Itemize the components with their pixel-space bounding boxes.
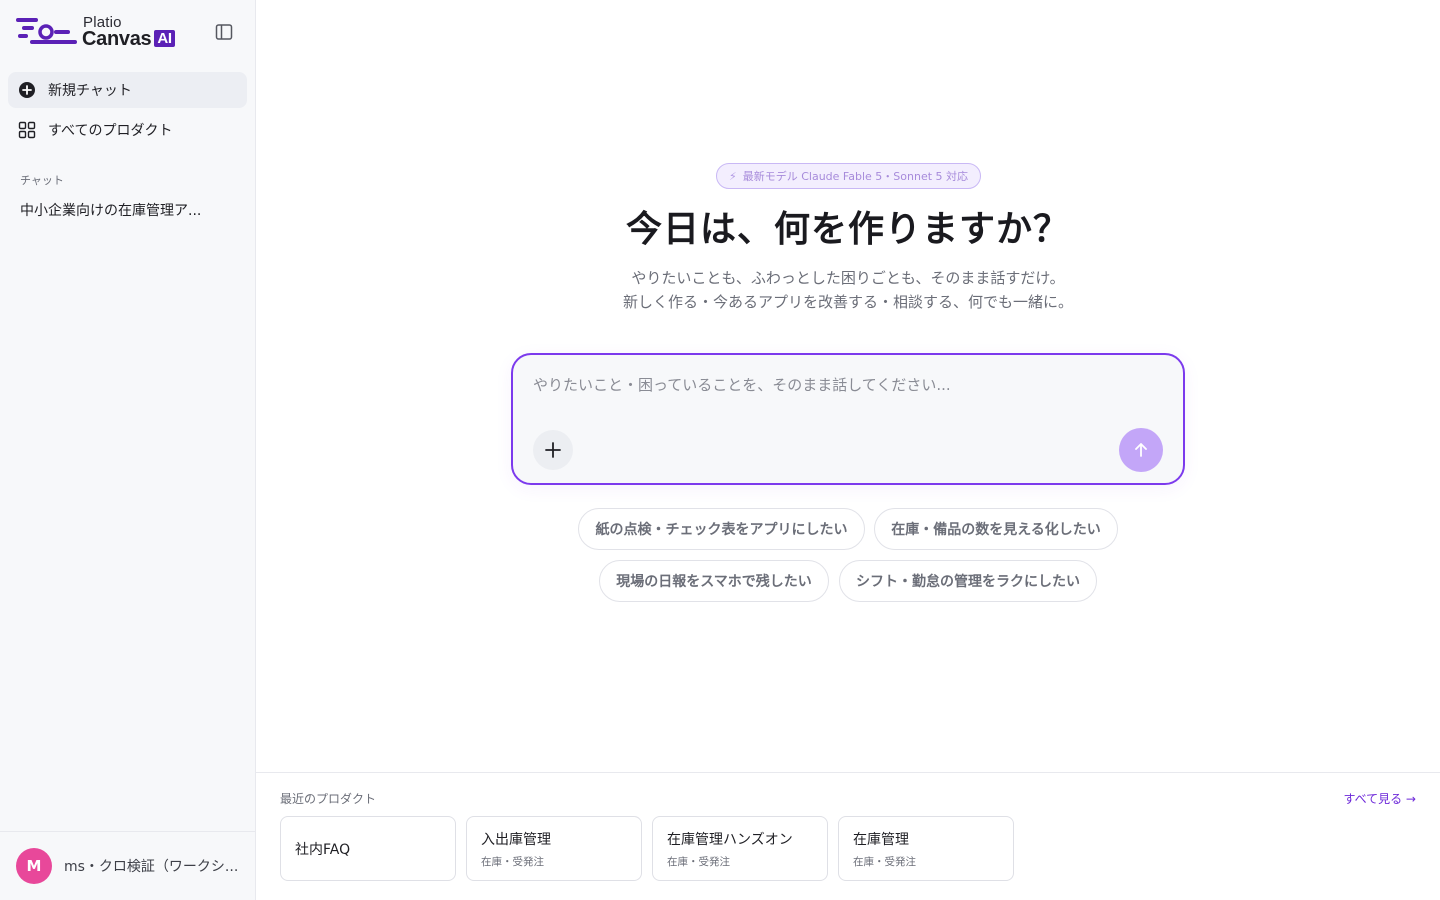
arrow-up-icon (1135, 443, 1147, 457)
sidebar-panel-icon (215, 24, 233, 40)
product-card[interactable]: 入出庫管理 在庫・受発注 (466, 816, 642, 881)
brand-name-canvas: Canvas (82, 28, 152, 50)
recent-products: 最近のプロダクト すべて見る → 社内FAQ 入出庫管理 在庫・受発注 在庫管理… (256, 772, 1440, 900)
brand-name-bottom: Canvas AI (82, 28, 175, 51)
grid-icon (18, 121, 36, 139)
suggestion-chip[interactable]: シフト・勤怠の管理をラクにしたい (839, 560, 1097, 602)
plus-icon (545, 442, 561, 458)
product-card-title: 入出庫管理 (481, 831, 551, 848)
sidebar: Platio Canvas AI 新規チャット すべてのプロダクト チャット 中… (0, 0, 256, 900)
product-card-title: 社内FAQ (295, 841, 351, 858)
chat-section-label: チャット (20, 174, 64, 187)
nav-new-chat[interactable]: 新規チャット (8, 72, 247, 108)
brand-ai-badge: AI (154, 30, 175, 47)
sidebar-toggle-button[interactable] (214, 22, 236, 42)
product-card-category: 在庫・受発注 (481, 855, 544, 868)
prompt-input[interactable] (533, 373, 1153, 397)
product-card-category: 在庫・受発注 (667, 855, 730, 868)
user-name: ms・クロ検証（ワークシ... (64, 859, 239, 875)
subtitle-line-1: やりたいことも、ふわっとした困りごとも、そのまま話すだけ。 (631, 269, 1065, 287)
chat-history-item[interactable]: 中小企業向けの在庫管理ア... (20, 200, 240, 220)
avatar: M (16, 848, 52, 884)
brand-logo[interactable]: Platio Canvas AI (16, 14, 191, 50)
main-panel: ⚡ 最新モデル Claude Fable 5・Sonnet 5 対応 今日は、何… (256, 0, 1440, 900)
product-card[interactable]: 在庫管理ハンズオン 在庫・受発注 (652, 816, 828, 881)
nav-all-products-label: すべてのプロダクト (48, 123, 173, 139)
model-badge: ⚡ 最新モデル Claude Fable 5・Sonnet 5 対応 (716, 163, 982, 189)
chat-composer (511, 353, 1185, 485)
suggestion-chip[interactable]: 在庫・備品の数を見える化したい (874, 508, 1118, 550)
suggestion-chip[interactable]: 紙の点検・チェック表をアプリにしたい (578, 508, 865, 550)
product-card[interactable]: 在庫管理 在庫・受発注 (838, 816, 1014, 881)
bolt-icon: ⚡ (729, 169, 737, 183)
suggestion-chip[interactable]: 現場の日報をスマホで残したい (599, 560, 829, 602)
send-button[interactable] (1119, 428, 1163, 472)
see-all-link[interactable]: すべて見る → (1343, 790, 1416, 807)
subtitle-line-2: 新しく作る・今あるアプリを改善する・相談する、何でも一緒に。 (622, 293, 1073, 311)
user-menu[interactable]: M ms・クロ検証（ワークシ... (0, 831, 255, 900)
product-card-title: 在庫管理 (853, 831, 909, 848)
product-card-title: 在庫管理ハンズオン (667, 831, 793, 848)
recent-products-title: 最近のプロダクト (280, 792, 377, 806)
attach-button[interactable] (533, 430, 573, 470)
logo-mark-icon (16, 18, 77, 44)
nav-all-products[interactable]: すべてのプロダクト (8, 112, 247, 148)
model-badge-text: 最新モデル Claude Fable 5・Sonnet 5 対応 (742, 170, 969, 183)
plus-circle-icon (18, 81, 36, 99)
product-card-category: 在庫・受発注 (853, 855, 916, 868)
nav-new-chat-label: 新規チャット (48, 83, 132, 99)
page-title: 今日は、何を作りますか？ (625, 209, 1070, 250)
product-card[interactable]: 社内FAQ (280, 816, 456, 881)
